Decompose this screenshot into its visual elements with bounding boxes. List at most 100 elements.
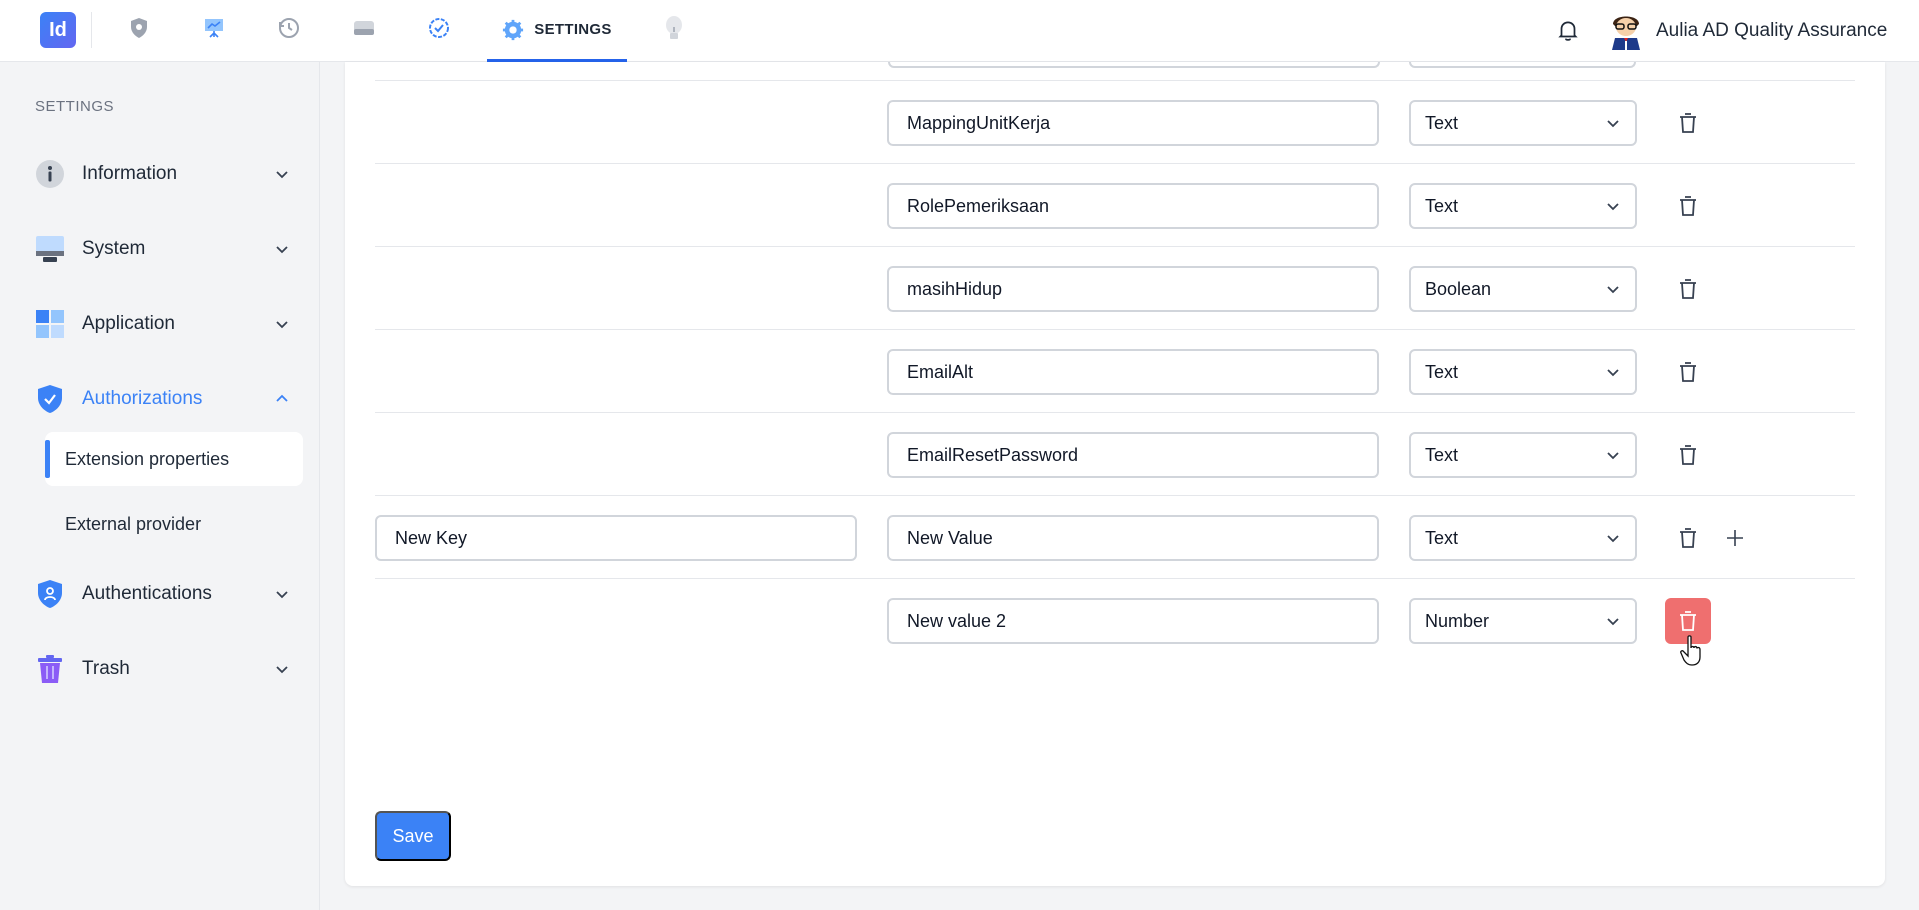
tab-settings-label: SETTINGS xyxy=(534,21,612,38)
shield-check-icon xyxy=(35,384,65,414)
sidebar-subitem-label: External provider xyxy=(65,513,202,534)
history-nav-icon[interactable] xyxy=(276,15,302,41)
info-icon xyxy=(35,159,65,189)
save-button[interactable]: Save xyxy=(375,811,451,861)
property-type-select[interactable]: Text xyxy=(1409,349,1637,395)
delete-row-button[interactable] xyxy=(1665,432,1711,478)
property-type-select[interactable]: Boolean xyxy=(1409,266,1637,312)
top-navbar: Id SETTINGS Aulia AD Quality Assurance xyxy=(0,0,1919,62)
hand-cursor-icon xyxy=(1680,635,1701,666)
shield-user-icon xyxy=(35,579,65,609)
property-key-input[interactable] xyxy=(375,515,857,561)
property-type-select[interactable]: Text xyxy=(1409,432,1637,478)
user-name[interactable]: Aulia AD Quality Assurance xyxy=(1656,20,1887,42)
type-select-value: Text xyxy=(1425,112,1459,133)
chevron-down-icon xyxy=(276,591,288,599)
delete-row-button[interactable] xyxy=(1665,183,1711,229)
property-type-select[interactable]: Text xyxy=(1409,515,1637,561)
row-divider xyxy=(375,80,1855,81)
trash-icon xyxy=(1680,113,1696,133)
trash-icon xyxy=(35,654,65,684)
sidebar-item-label: Trash xyxy=(82,658,130,679)
sidebar-item-information[interactable]: Information xyxy=(35,154,290,194)
tab-settings[interactable]: SETTINGS xyxy=(487,0,627,62)
sidebar: SETTINGS Information System Application … xyxy=(0,62,320,910)
sidebar-item-label: Application xyxy=(82,313,175,334)
delete-row-button[interactable] xyxy=(1665,349,1711,395)
chevron-down-icon xyxy=(1607,369,1619,377)
property-type-select[interactable]: Text xyxy=(1409,100,1637,146)
sidebar-item-authentications[interactable]: Authentications xyxy=(35,574,290,614)
chevron-down-icon xyxy=(1607,203,1619,211)
trash-icon xyxy=(1680,445,1696,465)
value-input-partial[interactable] xyxy=(888,62,1380,68)
property-value-input[interactable] xyxy=(887,515,1379,561)
drive-nav-icon[interactable] xyxy=(351,15,377,41)
type-select-value: Boolean xyxy=(1425,278,1492,299)
row-divider xyxy=(375,246,1855,247)
trash-icon xyxy=(1680,196,1696,216)
sidebar-item-label: Authorizations xyxy=(82,388,203,409)
chevron-down-icon xyxy=(1607,618,1619,626)
type-select-value: Text xyxy=(1425,361,1459,382)
row-divider xyxy=(375,329,1855,330)
row-divider xyxy=(375,495,1855,496)
type-select-partial[interactable] xyxy=(1409,62,1636,68)
plus-icon xyxy=(1727,530,1743,546)
sidebar-item-label: System xyxy=(82,238,146,259)
avatar[interactable] xyxy=(1607,10,1645,50)
sidebar-item-application[interactable]: Application xyxy=(35,304,290,344)
type-select-value: Text xyxy=(1425,444,1459,465)
trash-icon xyxy=(1680,279,1696,299)
property-value-input[interactable] xyxy=(887,100,1379,146)
sidebar-item-trash[interactable]: Trash xyxy=(35,649,290,689)
trash-icon xyxy=(1680,362,1696,382)
chevron-down-icon xyxy=(276,321,288,329)
chevron-down-icon xyxy=(1607,120,1619,128)
property-type-select[interactable]: Number xyxy=(1409,598,1637,644)
sidebar-subitem-extension-properties[interactable]: Extension properties xyxy=(45,432,303,486)
row-divider xyxy=(375,412,1855,413)
property-value-input[interactable] xyxy=(887,266,1379,312)
sidebar-item-label: Information xyxy=(82,163,178,184)
bell-icon[interactable] xyxy=(1555,17,1581,43)
sidebar-heading: SETTINGS xyxy=(35,98,115,115)
check-badge-nav-icon[interactable] xyxy=(426,15,452,41)
chevron-down-icon xyxy=(1607,535,1619,543)
sidebar-subitem-label: Extension properties xyxy=(65,448,230,469)
add-value-button[interactable] xyxy=(1720,515,1750,561)
type-select-value: Number xyxy=(1425,610,1490,631)
chevron-down-icon xyxy=(276,171,288,179)
property-value-input[interactable] xyxy=(887,432,1379,478)
property-value-input[interactable] xyxy=(887,183,1379,229)
shield-nav-icon[interactable] xyxy=(126,15,152,41)
type-select-value: Text xyxy=(1425,527,1459,548)
divider xyxy=(91,12,92,48)
trash-icon xyxy=(1680,611,1696,631)
logo-text: Id xyxy=(49,18,67,41)
property-type-select[interactable]: Text xyxy=(1409,183,1637,229)
gear-icon xyxy=(503,19,524,40)
sidebar-item-system[interactable]: System xyxy=(35,229,290,269)
delete-row-button[interactable] xyxy=(1665,100,1711,146)
property-value-input[interactable] xyxy=(887,349,1379,395)
presentation-nav-icon[interactable] xyxy=(201,15,227,41)
sidebar-item-authorizations[interactable]: Authorizations xyxy=(35,379,290,419)
type-select-value: Text xyxy=(1425,195,1459,216)
row-divider xyxy=(375,163,1855,164)
delete-row-button[interactable] xyxy=(1665,515,1711,561)
sidebar-item-label: Authentications xyxy=(82,583,212,604)
chevron-down-icon xyxy=(1607,452,1619,460)
lightbulb-nav-icon[interactable] xyxy=(661,15,687,41)
row-divider xyxy=(375,578,1855,579)
chevron-up-icon xyxy=(276,394,288,402)
grid-icon xyxy=(35,309,65,339)
delete-row-button[interactable] xyxy=(1665,266,1711,312)
app-logo[interactable]: Id xyxy=(40,12,76,48)
chevron-down-icon xyxy=(276,666,288,674)
property-value-input[interactable] xyxy=(887,598,1379,644)
monitor-icon xyxy=(35,234,65,264)
trash-icon xyxy=(1680,528,1696,548)
sidebar-subitem-external-provider[interactable]: External provider xyxy=(45,497,303,551)
chevron-down-icon xyxy=(1607,286,1619,294)
